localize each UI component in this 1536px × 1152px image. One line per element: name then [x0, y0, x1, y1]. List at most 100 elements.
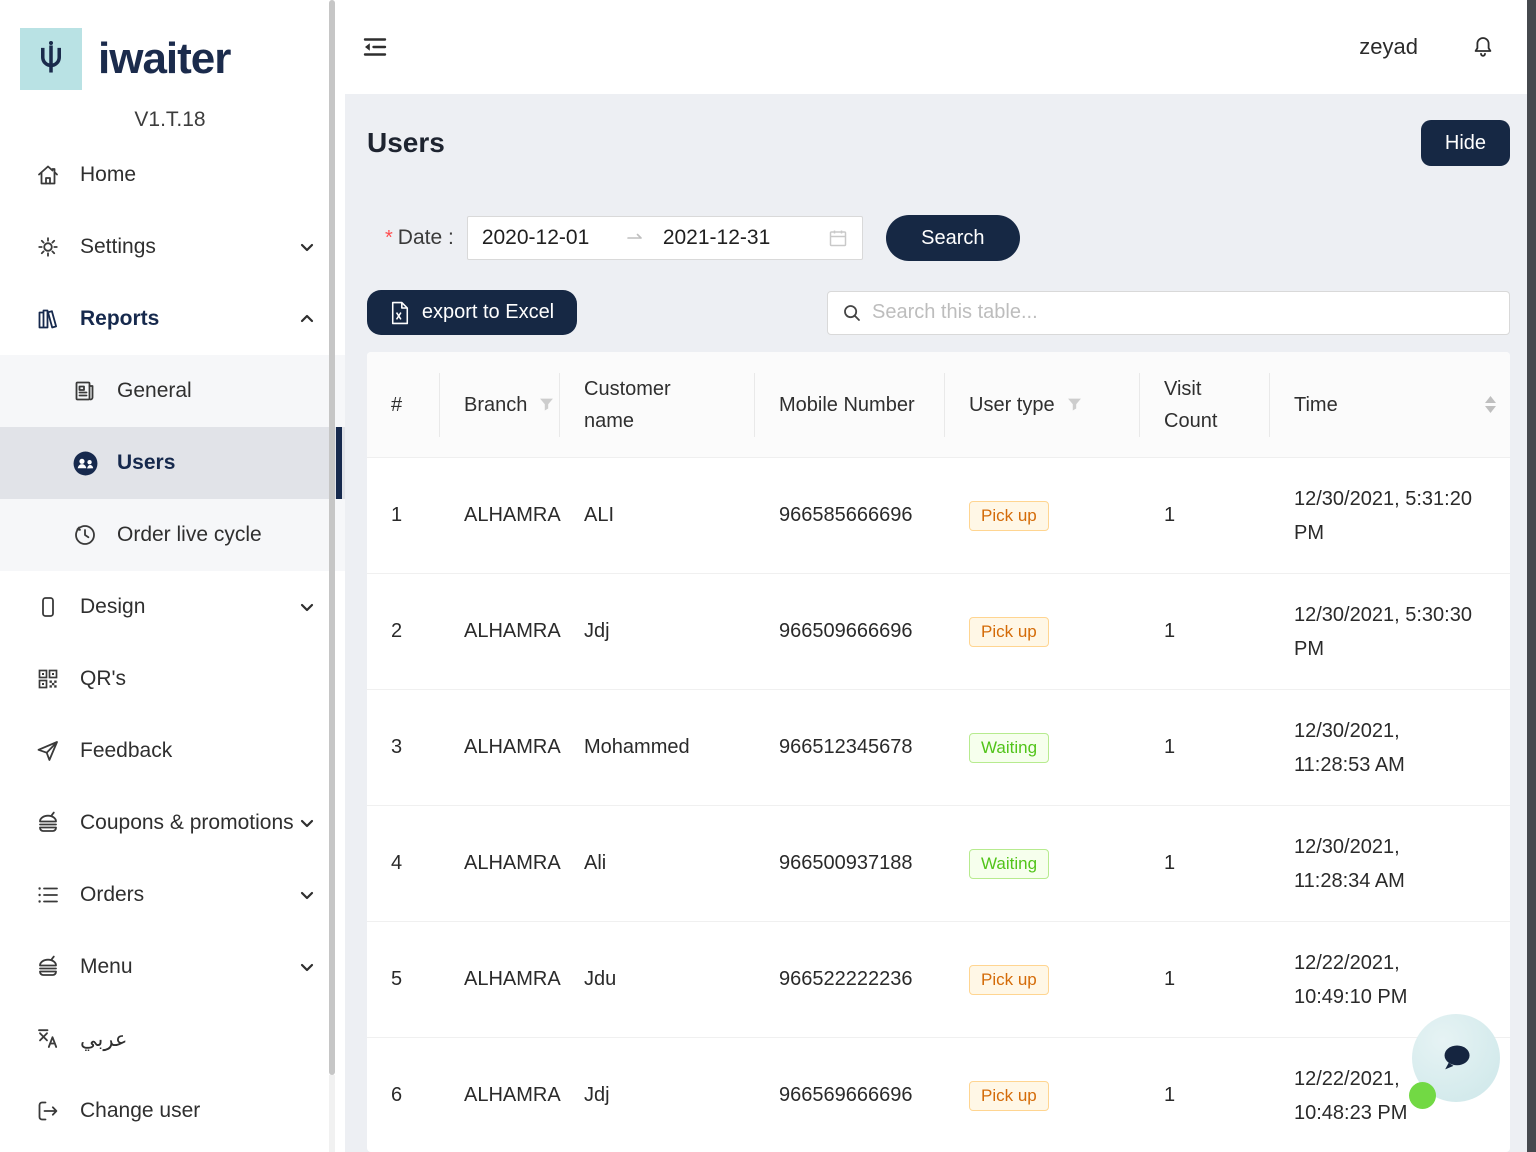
export-excel-button[interactable]: export to Excel: [367, 290, 577, 335]
user-type-tag: Waiting: [969, 849, 1049, 879]
user-type-tag: Waiting: [969, 733, 1049, 763]
sidebar-item-general[interactable]: General: [0, 355, 345, 427]
required-asterisk: *: [385, 227, 393, 250]
cell-user-type: Waiting: [945, 849, 1140, 879]
cell-time: 12/30/2021, 5:31:20 PM: [1270, 482, 1510, 550]
sidebar-item-label: عربي: [80, 1027, 315, 1052]
cell-index: 5: [367, 968, 440, 991]
sidebar-item-arabic-language[interactable]: عربي: [0, 1003, 345, 1075]
burger-icon: [35, 954, 62, 980]
cell-customer: Mohammed: [560, 736, 755, 759]
cell-index: 6: [367, 1084, 440, 1107]
column-header-user-type: User type: [945, 352, 1140, 457]
newspaper-icon: [72, 378, 99, 404]
sidebar-item-qrs[interactable]: QR's: [0, 643, 345, 715]
brand-name: iwaiter: [98, 34, 230, 84]
chevron-down-icon: [299, 887, 315, 903]
send-icon: [35, 738, 62, 764]
date-label: Date :: [398, 226, 454, 250]
excel-file-icon: [390, 301, 410, 325]
table-search-box[interactable]: [827, 291, 1510, 335]
cell-time: 12/30/2021, 11:28:34 AM: [1270, 830, 1510, 898]
brand-logo[interactable]: iwaiter: [20, 28, 230, 90]
topbar-right: zeyad: [1359, 34, 1496, 60]
column-header-index: #: [367, 352, 440, 457]
cell-visits: 1: [1140, 968, 1270, 991]
date-to-input[interactable]: [663, 226, 788, 250]
sidebar-item-home[interactable]: Home: [0, 139, 345, 211]
chevron-up-icon: [299, 311, 315, 327]
sidebar-item-coupons-promotions[interactable]: Coupons & promotions: [0, 787, 345, 859]
burger-icon: [35, 810, 62, 836]
table-actions-row: export to Excel: [367, 290, 1510, 335]
date-filter-row: * Date : Search: [367, 215, 1510, 261]
sidebar-item-order-live-cycle[interactable]: Order live cycle: [0, 499, 345, 571]
date-from-input[interactable]: [482, 226, 607, 250]
cell-customer: Jdj: [560, 620, 755, 643]
hide-button[interactable]: Hide: [1421, 120, 1510, 166]
table-search-input[interactable]: [872, 301, 1495, 324]
sidebar-item-label: Users: [117, 451, 315, 475]
menu-fold-icon[interactable]: [361, 33, 389, 61]
sidebar-item-label: Home: [80, 163, 315, 187]
chevron-down-icon: [299, 959, 315, 975]
reports-submenu: General Users Order live cycle: [0, 355, 345, 571]
qr-icon: [35, 666, 62, 692]
user-type-tag: Pick up: [969, 965, 1049, 995]
sidebar: iwaiter V1.T.18 Home Settings Reports: [0, 0, 345, 1152]
cell-branch: ALHAMRA: [440, 504, 560, 527]
calendar-icon[interactable]: [828, 228, 848, 248]
date-range-picker[interactable]: [467, 216, 863, 260]
sidebar-item-label: Menu: [80, 955, 299, 979]
sidebar-item-label: Settings: [80, 235, 299, 259]
gear-icon: [35, 234, 62, 260]
cell-branch: ALHAMRA: [440, 852, 560, 875]
active-item-indicator: [336, 427, 342, 499]
sidebar-scrollbar[interactable]: [329, 0, 335, 1075]
filter-funnel-icon[interactable]: [1067, 397, 1082, 412]
translate-icon: [35, 1026, 62, 1052]
cell-customer: Ali: [560, 852, 755, 875]
user-type-tag: Pick up: [969, 501, 1049, 531]
user-menu[interactable]: zeyad: [1359, 34, 1418, 60]
sort-carets-icon[interactable]: [1485, 396, 1496, 413]
cell-branch: ALHAMRA: [440, 736, 560, 759]
sidebar-item-menu[interactable]: Menu: [0, 931, 345, 1003]
sidebar-item-design[interactable]: Design: [0, 571, 345, 643]
cell-customer: ALI: [560, 504, 755, 527]
user-type-tag: Pick up: [969, 1081, 1049, 1111]
notifications-bell-icon[interactable]: [1470, 34, 1496, 60]
cell-branch: ALHAMRA: [440, 968, 560, 991]
cell-index: 3: [367, 736, 440, 759]
sidebar-item-users[interactable]: Users: [0, 427, 345, 499]
cell-mobile: 966585666696: [755, 504, 945, 527]
page-scrollbar[interactable]: [1527, 0, 1536, 1152]
page-content: Users Hide * Date : Search: [345, 120, 1536, 1152]
sidebar-item-label: General: [117, 379, 315, 403]
cell-visits: 1: [1140, 620, 1270, 643]
sidebar-item-reports[interactable]: Reports: [0, 283, 345, 355]
cell-time: 12/30/2021, 11:28:53 AM: [1270, 714, 1510, 782]
cell-customer: Jdu: [560, 968, 755, 991]
sidebar-item-feedback[interactable]: Feedback: [0, 715, 345, 787]
cell-branch: ALHAMRA: [440, 1084, 560, 1107]
sidebar-item-orders[interactable]: Orders: [0, 859, 345, 931]
filter-funnel-icon[interactable]: [539, 397, 554, 412]
phone-icon: [35, 594, 62, 620]
export-excel-label: export to Excel: [422, 301, 554, 324]
sidebar-item-label: Order live cycle: [117, 523, 315, 547]
search-button[interactable]: Search: [886, 215, 1020, 261]
cell-mobile: 966509666696: [755, 620, 945, 643]
chat-widget[interactable]: [1412, 1014, 1500, 1102]
main-area: zeyad Users Hide * Date : Sea: [345, 0, 1536, 1152]
users-icon: [72, 450, 99, 477]
sidebar-item-change-user[interactable]: Change user: [0, 1075, 345, 1147]
sidebar-item-label: Feedback: [80, 739, 315, 763]
cell-visits: 1: [1140, 1084, 1270, 1107]
sidebar-item-settings[interactable]: Settings: [0, 211, 345, 283]
home-icon: [35, 162, 62, 188]
table-row: 2 ALHAMRA Jdj 966509666696 Pick up 1 12/…: [367, 574, 1510, 690]
cell-time: 12/22/2021, 10:49:10 PM: [1270, 946, 1510, 1014]
chat-bubble-icon: [1431, 1033, 1481, 1083]
cell-user-type: Waiting: [945, 733, 1140, 763]
